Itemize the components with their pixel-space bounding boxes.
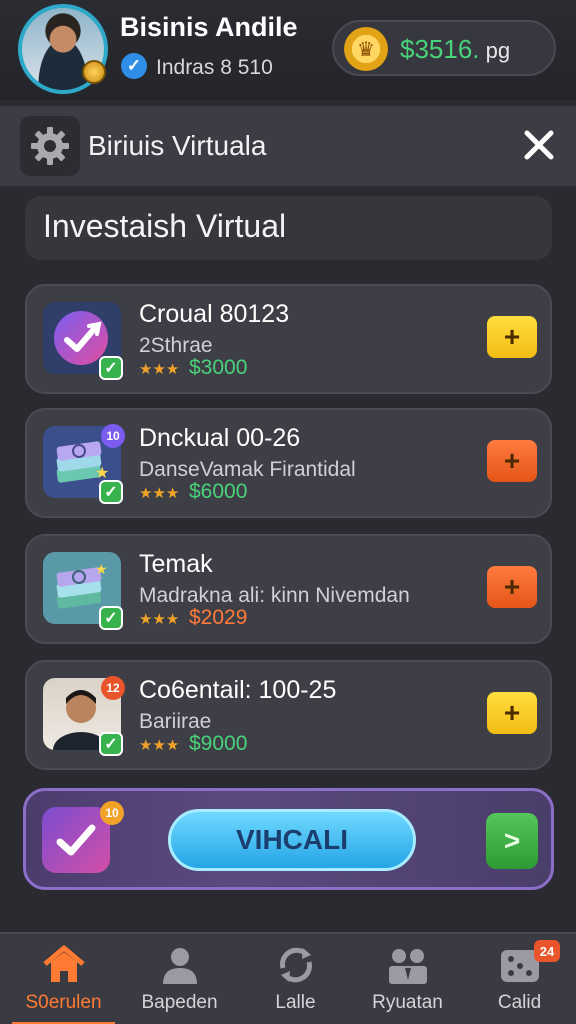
coin-icon: ♛	[344, 27, 388, 71]
primary-action-button[interactable]: VIHCALI	[168, 809, 416, 871]
item-title: Co6entail: 100-25	[139, 676, 337, 704]
balance-pill[interactable]: ♛ $3516. pg	[332, 20, 556, 76]
item-title: Dnckual 00-26	[139, 424, 301, 452]
item-price: $9000	[189, 732, 248, 755]
nav-label: Bapeden	[141, 992, 218, 1013]
item-subtitle: Madrakna ali: kinn Nivemdan	[139, 584, 410, 607]
item-price: $3000	[189, 356, 248, 379]
check-icon: ✓	[99, 606, 123, 630]
verified-check-icon: ✓	[121, 53, 147, 79]
item-title: Croual 80123	[139, 300, 290, 328]
list-item[interactable]: ✓ Croual 80123 2Sthrae ★★★ $3000 +	[25, 284, 552, 394]
add-button[interactable]: +	[487, 316, 537, 358]
nav-item-games[interactable]: 24 Calid	[462, 934, 576, 1024]
section-title: Investaish Virtual	[43, 208, 287, 244]
list-item[interactable]: ★ ✓ Temak Madrakna ali: kinn Nivemdan ★★…	[25, 534, 552, 644]
dialog-titlebar: Biriuis Virtuala	[0, 106, 576, 186]
list-item[interactable]: 12 ✓ Co6entail: 100-25 Bariirae ★★★ $900…	[25, 660, 552, 770]
count-badge: 10	[101, 424, 125, 448]
nav-label: Calid	[497, 992, 542, 1013]
nav-item-refresh[interactable]: Lalle	[238, 934, 353, 1024]
add-button[interactable]: +	[487, 440, 537, 482]
settings-button[interactable]	[20, 116, 80, 176]
check-icon: ✓	[99, 480, 123, 504]
bottom-nav: S0erulen Bapeden Lalle Ryuatan 24 Calid	[0, 932, 576, 1024]
check-icon: ✓	[99, 732, 123, 756]
nav-item-home[interactable]: S0erulen	[6, 934, 121, 1024]
close-button[interactable]	[514, 120, 564, 170]
coin-badge-icon	[82, 60, 106, 84]
item-subtitle: 2Sthrae	[139, 334, 213, 357]
check-icon: ✓	[99, 356, 123, 380]
user-name: Bisinis Andile	[120, 12, 298, 42]
notification-badge: 24	[534, 940, 560, 962]
rating-stars: ★★★	[139, 737, 180, 754]
count-badge: 10	[100, 801, 124, 825]
list-item[interactable]: ★ 10 ✓ Dnckual 00-26 DanseVamak Firantid…	[25, 408, 552, 518]
next-button[interactable]: >	[486, 813, 538, 869]
rating-stars: ★★★	[139, 361, 180, 378]
profile-header: Bisinis Andile ✓ Indras 8 510 ♛ $3516. p…	[0, 0, 576, 100]
rating-stars: ★★★	[139, 485, 180, 502]
balance-amount: $3516. pg	[400, 34, 510, 65]
gear-icon	[31, 127, 69, 165]
nav-item-team[interactable]: Ryuatan	[350, 934, 465, 1024]
nav-label: Ryuatan	[372, 992, 443, 1013]
person-icon	[157, 944, 203, 986]
action-card: 10 VIHCALI >	[23, 788, 554, 890]
rating-stars: ★★★	[139, 611, 180, 628]
section-header: Investaish Virtual	[25, 196, 552, 260]
svg-text:★: ★	[95, 562, 108, 578]
home-icon	[41, 944, 87, 986]
dialog-title: Biriuis Virtuala	[88, 130, 267, 161]
item-subtitle: DanseVamak Firantidal	[139, 458, 356, 481]
add-button[interactable]: +	[487, 566, 537, 608]
count-badge: 12	[101, 676, 125, 700]
item-price: $2029	[189, 606, 248, 629]
balance-value: $3516.	[400, 34, 480, 64]
item-subtitle: Bariirae	[139, 710, 212, 733]
user-subtitle: Indras 8 510	[156, 56, 273, 79]
nav-label: S0erulen	[25, 992, 102, 1013]
nav-label: Lalle	[275, 992, 316, 1013]
item-price: $6000	[189, 480, 248, 503]
balance-unit: pg	[479, 38, 511, 63]
close-icon	[524, 130, 554, 160]
item-title: Temak	[139, 550, 213, 578]
add-button[interactable]: +	[487, 692, 537, 734]
people-icon	[385, 944, 431, 986]
checkmark-icon	[56, 824, 96, 856]
nav-item-profile[interactable]: Bapeden	[122, 934, 237, 1024]
refresh-icon	[273, 944, 319, 986]
